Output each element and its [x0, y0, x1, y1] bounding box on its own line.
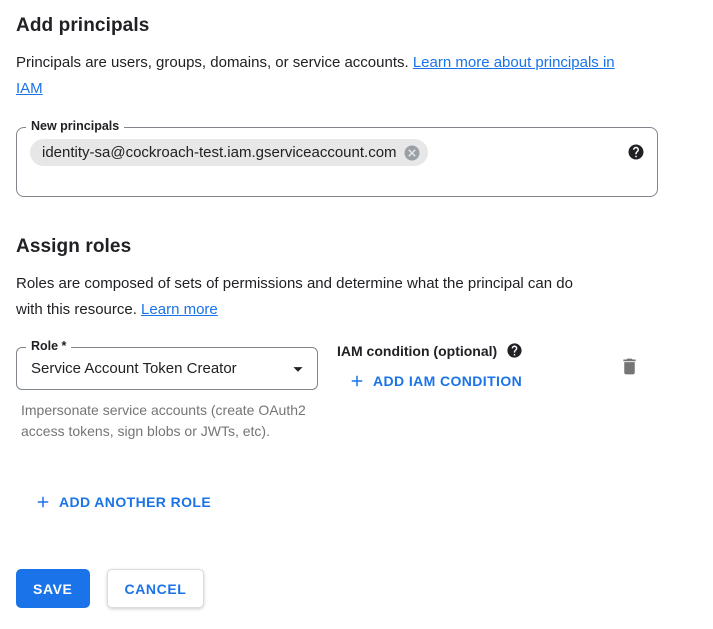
iam-condition-section: IAM condition (optional) ADD IAM CONDITI… [337, 342, 523, 395]
iam-condition-help-icon[interactable] [506, 342, 523, 359]
cancel-button[interactable]: CANCEL [107, 569, 205, 608]
plus-icon [34, 493, 52, 511]
assign-roles-title: Assign roles [16, 236, 131, 258]
save-button[interactable]: SAVE [16, 569, 90, 608]
new-principals-label: New principals [26, 119, 124, 133]
learn-more-roles-link[interactable]: Learn more [141, 301, 218, 318]
role-label: Role * [26, 339, 71, 353]
role-helper-text: Impersonate service accounts (create OAu… [21, 400, 313, 441]
add-iam-condition-button[interactable]: ADD IAM CONDITION [348, 372, 522, 390]
principal-chip: identity-sa@cockroach-test.iam.gservicea… [30, 139, 428, 166]
page-title: Add principals [16, 15, 149, 37]
chevron-down-icon [287, 358, 309, 380]
add-iam-condition-label: ADD IAM CONDITION [373, 373, 522, 389]
plus-icon [348, 372, 366, 390]
trash-icon [619, 356, 643, 377]
iam-condition-label: IAM condition (optional) [337, 343, 497, 359]
add-another-role-button[interactable]: ADD ANOTHER ROLE [34, 493, 211, 511]
add-principals-panel: Add principals Principals are users, gro… [0, 0, 713, 629]
delete-role-button[interactable] [619, 354, 643, 378]
new-principals-help-icon[interactable] [627, 143, 645, 161]
roles-description: Roles are composed of sets of permission… [16, 271, 588, 323]
roles-description-text: Roles are composed of sets of permission… [16, 275, 573, 318]
footer-actions: SAVE CANCEL [16, 569, 204, 608]
role-select[interactable]: Role * Service Account Token Creator [16, 347, 318, 390]
chip-remove-icon[interactable] [403, 144, 421, 162]
principals-description: Principals are users, groups, domains, o… [16, 50, 621, 102]
role-selected-value: Service Account Token Creator [31, 360, 237, 377]
add-another-role-label: ADD ANOTHER ROLE [59, 494, 211, 510]
principal-chip-text: identity-sa@cockroach-test.iam.gservicea… [42, 144, 397, 161]
principals-description-text: Principals are users, groups, domains, o… [16, 54, 413, 71]
new-principals-field[interactable]: New principals identity-sa@cockroach-tes… [16, 127, 658, 197]
